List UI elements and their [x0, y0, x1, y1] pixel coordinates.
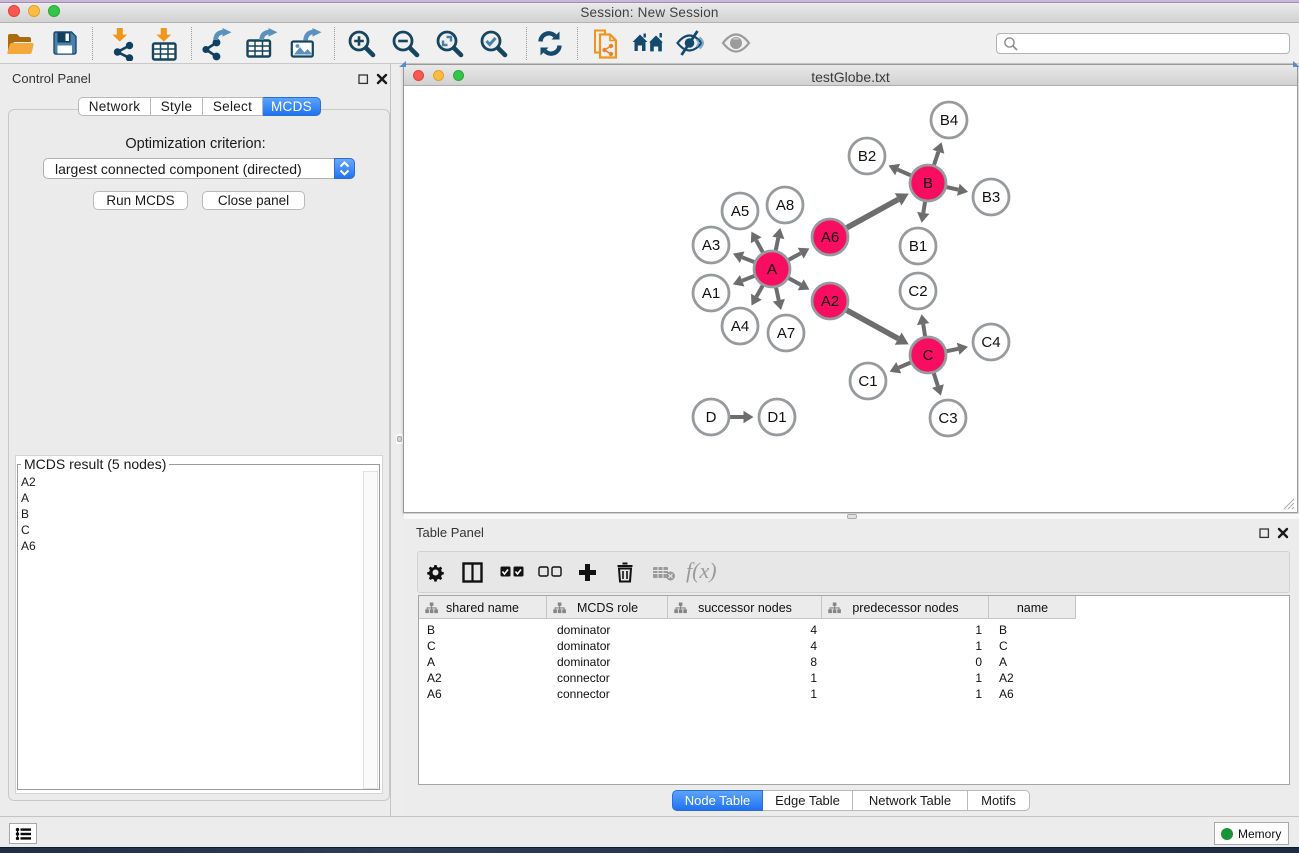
svg-text:B1: B1 — [909, 238, 927, 255]
svg-text:C1: C1 — [858, 373, 877, 390]
svg-text:B2: B2 — [858, 148, 876, 165]
svg-text:A2: A2 — [821, 293, 839, 310]
svg-text:A1: A1 — [702, 285, 720, 302]
svg-text:C3: C3 — [938, 410, 957, 427]
svg-text:A8: A8 — [776, 197, 794, 214]
svg-text:A: A — [767, 261, 777, 278]
svg-text:A6: A6 — [821, 229, 839, 246]
svg-text:C: C — [923, 347, 934, 364]
svg-text:A5: A5 — [731, 203, 749, 220]
svg-text:A3: A3 — [702, 237, 720, 254]
svg-text:A4: A4 — [731, 318, 749, 335]
svg-text:C4: C4 — [981, 334, 1000, 351]
svg-text:A7: A7 — [777, 325, 795, 342]
svg-text:B: B — [923, 175, 933, 192]
svg-text:D1: D1 — [767, 409, 786, 426]
svg-text:B4: B4 — [940, 112, 958, 129]
svg-text:D: D — [706, 409, 717, 426]
svg-text:C2: C2 — [908, 283, 927, 300]
svg-text:B3: B3 — [982, 189, 1000, 206]
